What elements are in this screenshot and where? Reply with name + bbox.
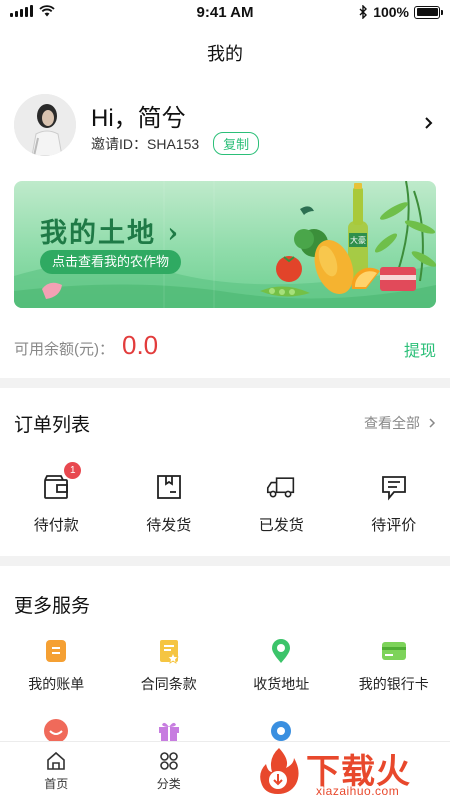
- box-icon: [154, 472, 184, 502]
- order-label: 待付款: [33, 517, 79, 534]
- my-land-banner[interactable]: 大豪 我的土地 › 点击查看我的农作物: [14, 181, 436, 308]
- invite-row: 邀请ID： SHA153 复制: [91, 132, 260, 155]
- view-all-orders-link[interactable]: 查看全部: [364, 413, 436, 433]
- bill-icon: [46, 640, 67, 662]
- chevron-right-icon: [429, 418, 436, 428]
- view-crops-button[interactable]: 点击查看我的农作物: [40, 250, 182, 274]
- chevron-right-icon[interactable]: [422, 114, 436, 132]
- page-title: 我的: [207, 44, 243, 64]
- home-icon: [47, 751, 66, 770]
- order-label: 已发货: [258, 517, 304, 534]
- tab-label: 分类: [156, 777, 181, 791]
- service-shipping-address[interactable]: 收货地址: [225, 638, 338, 694]
- battery-percent: 100%: [373, 4, 409, 20]
- services-grid: 我的账单 合同条款 收货地址 我的银行卡: [0, 638, 450, 694]
- wallet-icon: 1: [41, 462, 82, 502]
- service-label: 合同条款: [140, 676, 197, 692]
- order-pending-review[interactable]: 待评价: [338, 472, 450, 535]
- balance-value: 0.0: [122, 330, 159, 360]
- watermark: 下载火 xiazaihuo.com: [254, 744, 444, 798]
- service-label: 我的银行卡: [358, 676, 429, 692]
- service-contract-terms[interactable]: 合同条款: [113, 638, 226, 694]
- contract-icon: [159, 640, 179, 664]
- section-divider: [0, 556, 450, 566]
- services-title: 更多服务: [14, 596, 91, 617]
- profile-card[interactable]: Hi，简兮 邀请ID： SHA153 复制: [14, 94, 440, 158]
- balance-label: 可用余额(元)：: [14, 341, 114, 358]
- order-badge: 1: [64, 462, 82, 479]
- service-label: 收货地址: [253, 676, 310, 692]
- order-label: 待发货: [146, 517, 192, 534]
- tab-label: 首页: [44, 777, 69, 791]
- withdraw-button[interactable]: 提现: [404, 337, 436, 361]
- tab-home[interactable]: 首页: [0, 742, 113, 800]
- status-bar: 9:41 AM 100%: [0, 0, 450, 26]
- bottle-label: 大豪: [350, 235, 366, 245]
- greeting: Hi，简兮: [91, 105, 186, 132]
- truck-icon: [266, 472, 296, 502]
- service-bank-card[interactable]: 我的银行卡: [338, 638, 450, 694]
- location-icon: [272, 639, 291, 663]
- order-pending-payment[interactable]: 1 待付款: [0, 462, 113, 535]
- banner-title: 我的土地 ›: [40, 218, 181, 249]
- view-all-label: 查看全部: [364, 415, 420, 431]
- flame-logo-icon: [260, 748, 299, 794]
- invite-label: 邀请ID：: [91, 135, 147, 152]
- bluetooth-icon: [359, 5, 368, 19]
- tab-category[interactable]: 分类: [113, 742, 226, 800]
- service-my-bill[interactable]: 我的账单: [0, 638, 113, 694]
- category-icon: [159, 752, 178, 770]
- battery-icon: [414, 5, 443, 19]
- order-pending-shipment[interactable]: 待发货: [113, 472, 226, 535]
- invite-id: SHA153: [147, 135, 200, 152]
- comment-icon: [379, 472, 409, 502]
- section-divider: [0, 378, 450, 388]
- watermark-url: xiazaihuo.com: [316, 784, 400, 798]
- bank-card-icon: [381, 642, 406, 660]
- service-label: 我的账单: [28, 676, 85, 692]
- copy-button[interactable]: 复制: [213, 132, 260, 155]
- order-label: 待评价: [371, 517, 417, 534]
- avatar[interactable]: [14, 94, 76, 156]
- balance-row: 可用余额(元)： 0.0 提现: [0, 324, 450, 372]
- orders-title: 订单列表: [14, 415, 91, 436]
- order-shipped[interactable]: 已发货: [225, 472, 338, 535]
- order-status-grid: 1 待付款 待发货 已发货 待评价: [0, 462, 450, 535]
